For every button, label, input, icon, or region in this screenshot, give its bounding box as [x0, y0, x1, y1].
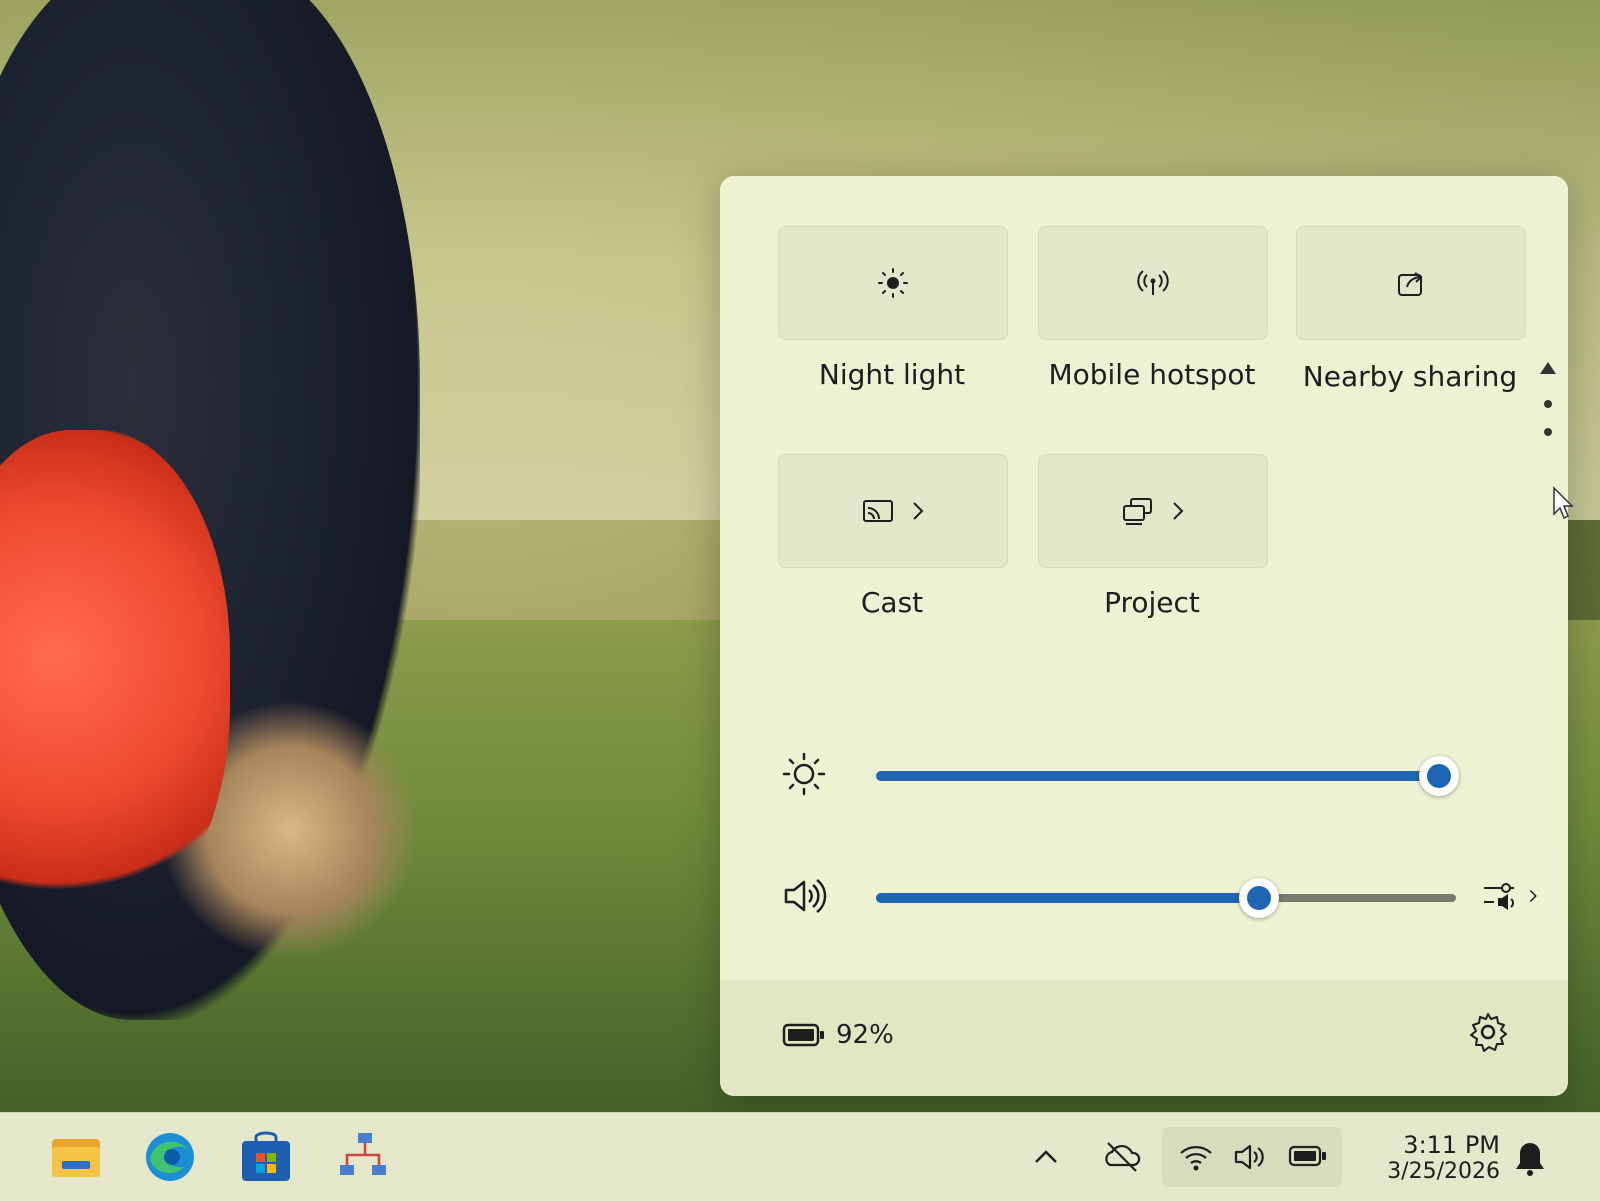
night-light-icon — [878, 268, 908, 298]
chevron-right-icon — [1173, 502, 1184, 520]
chevron-right-icon — [1529, 889, 1537, 903]
show-hidden-icons-chevron[interactable] — [1032, 1147, 1060, 1167]
cast-label: Cast — [860, 586, 924, 619]
brightness-icon — [782, 752, 826, 796]
battery-percentage: 92% — [836, 1020, 894, 1050]
speaker-icon[interactable] — [780, 872, 828, 920]
mobile-hotspot-label: Mobile hotspot — [1048, 358, 1256, 391]
project-icon — [1123, 498, 1152, 525]
onedrive-paused-icon[interactable] — [1102, 1139, 1142, 1175]
cast-icon — [863, 500, 893, 522]
wifi-icon — [1180, 1146, 1212, 1171]
brightness-row — [780, 744, 1540, 804]
microsoft-store-icon[interactable] — [238, 1129, 294, 1185]
night-light-label: Night light — [818, 358, 966, 391]
tiles-pager[interactable] — [1536, 356, 1560, 456]
nearby-sharing-icon — [1398, 272, 1423, 296]
volume-row — [780, 866, 1540, 926]
quick-settings-top: Night light Mobile hotspot Nearby sharin… — [720, 176, 1568, 980]
battery-icon — [782, 1023, 824, 1047]
edge-browser-icon[interactable] — [142, 1129, 198, 1185]
nearby-sharing-toggle[interactable] — [1296, 226, 1526, 340]
gear-icon[interactable] — [1466, 1010, 1510, 1054]
mouse-cursor-icon — [1553, 486, 1574, 520]
mobile-hotspot-toggle[interactable] — [1038, 226, 1268, 340]
brightness-fill — [876, 771, 1439, 781]
volume-mixer-button[interactable] — [1480, 872, 1550, 920]
quick-settings-footer: 92% — [720, 980, 1568, 1096]
brightness-slider-thumb[interactable] — [1418, 756, 1459, 796]
clock-time: 3:11 PM — [1403, 1131, 1500, 1159]
battery-icon — [1288, 1145, 1326, 1167]
taskbar-clock[interactable]: 3:11 PM 3/25/2026 — [1360, 1131, 1500, 1184]
volume-slider-thumb[interactable] — [1238, 878, 1279, 918]
page-dot[interactable] — [1544, 400, 1552, 408]
page-dot-active[interactable] — [1544, 428, 1552, 436]
project-label: Project — [1104, 586, 1200, 619]
system-tray-quick-settings-button[interactable] — [1162, 1127, 1342, 1187]
project-button[interactable] — [1038, 454, 1268, 568]
night-light-toggle[interactable] — [778, 226, 1008, 340]
file-explorer-icon[interactable] — [48, 1129, 104, 1185]
clock-date: 3/25/2026 — [1387, 1159, 1500, 1184]
battery-status[interactable]: 92% — [782, 1020, 894, 1050]
notification-bell-icon[interactable] — [1512, 1139, 1548, 1177]
volume-fill — [876, 893, 1259, 903]
chevron-right-icon — [913, 502, 924, 520]
volume-icon — [1234, 1144, 1264, 1170]
quick-settings-panel: Night light Mobile hotspot Nearby sharin… — [720, 176, 1568, 1096]
mobile-hotspot-icon — [1137, 270, 1169, 295]
network-app-icon[interactable] — [336, 1129, 392, 1185]
nearby-sharing-label: Nearby sharing — [1302, 360, 1518, 393]
volume-mixer-icon — [1484, 883, 1514, 910]
taskbar: 3:11 PM 3/25/2026 — [0, 1112, 1600, 1201]
cast-button[interactable] — [778, 454, 1008, 568]
page-up-arrow-icon[interactable] — [1540, 362, 1556, 374]
